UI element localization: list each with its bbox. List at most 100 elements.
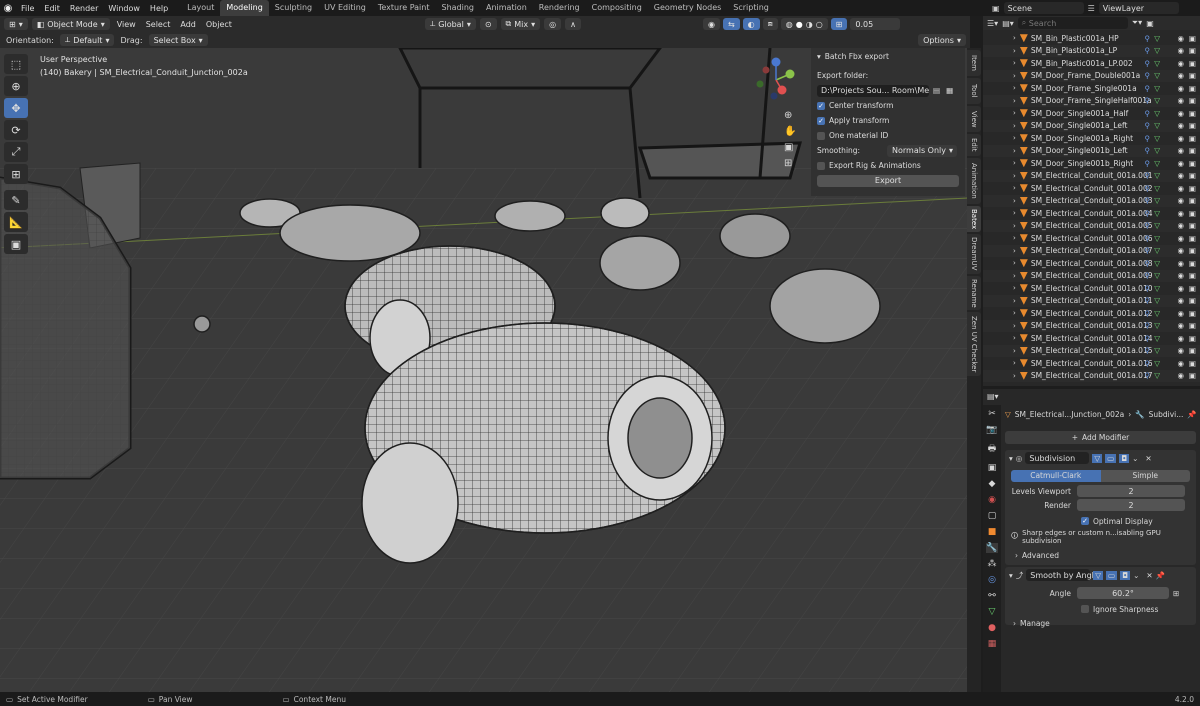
outliner-row[interactable]: › SM_Electrical_Conduit_001a.003 ⚲ ▽ ◉ ▣ [983,194,1200,207]
smoothing-dropdown[interactable]: Normals Only ▾ [887,144,957,157]
hand-pan-icon[interactable]: ✋ [784,126,796,137]
shading-modes[interactable]: ◍ ● ◑ ○ [780,18,828,30]
overlay-toggle[interactable]: ◐ [742,18,760,30]
tab-layout[interactable]: Layout [181,0,220,16]
tab-geometry-nodes[interactable]: Geometry Nodes [648,0,727,16]
visibility-dropdown[interactable]: ◉ [702,18,720,30]
transform-orientation-dropdown[interactable]: ⟂ Global ▾ [424,18,476,30]
outliner-row[interactable]: › SM_Electrical_Conduit_001a.005 ⚲ ▽ ◉ ▣ [983,219,1200,232]
expand-chevron-icon[interactable]: › [1013,122,1016,130]
expand-chevron-icon[interactable]: › [1013,247,1016,255]
render-camera-icon[interactable]: ▣ [1189,146,1196,155]
move-tool[interactable]: ✥ [4,98,28,118]
menu-view[interactable]: View [114,20,139,29]
expand-chevron-icon[interactable]: › [1013,59,1016,67]
data-tab-icon[interactable]: ▽ [989,607,996,617]
optimal-display-checkbox[interactable]: ✓ Optimal Display [1005,515,1196,527]
object-tab-icon[interactable]: ■ [988,527,997,537]
outliner-editor-icon[interactable]: ☰▾ [987,19,998,28]
visibility-eye-icon[interactable]: ◉ [1177,221,1184,230]
render-camera-icon[interactable]: ▣ [1189,34,1196,43]
view-layer-tab-icon[interactable]: ▣ [988,463,997,473]
visibility-eye-icon[interactable]: ◉ [1177,321,1184,330]
navigation-gizmo[interactable] [752,56,800,104]
constraints-tab-icon[interactable]: ⚯ [988,591,996,601]
expand-chevron-icon[interactable]: › [1013,72,1016,80]
simple-button[interactable]: Simple [1100,470,1190,482]
camera-icon[interactable]: ▣ [784,142,796,153]
visibility-eye-icon[interactable]: ◉ [1177,196,1184,205]
outliner-row[interactable]: › SM_Door_Single001a_Half ⚲ ▽ ◉ ▣ [983,107,1200,120]
mode-dropdown[interactable]: ◧ Object Mode ▾ [31,18,110,30]
menu-select[interactable]: Select [143,20,174,29]
scene-tab-icon[interactable]: ◆ [989,479,996,489]
visibility-eye-icon[interactable]: ◉ [1177,146,1184,155]
dropdown-chevron-icon[interactable]: ⌄ [1133,571,1139,580]
render-camera-icon[interactable]: ▣ [1189,284,1196,293]
expand-chevron-icon[interactable]: › [1013,197,1016,205]
expand-chevron-icon[interactable]: › [1013,309,1016,317]
render-camera-icon[interactable]: ▣ [1189,159,1196,168]
render-camera-icon[interactable]: ▣ [1189,309,1196,318]
ignore-sharpness-checkbox[interactable]: Ignore Sharpness [1005,603,1196,615]
outliner-row[interactable]: › SM_Electrical_Conduit_001a.011 ⚲ ▽ ◉ ▣ [983,294,1200,307]
visibility-eye-icon[interactable]: ◉ [1177,171,1184,180]
outliner-row[interactable]: › SM_Electrical_Conduit_001a.010 ⚲ ▽ ◉ ▣ [983,282,1200,295]
expand-chevron-icon[interactable]: › [1013,47,1016,55]
expand-chevron-icon[interactable]: › [1013,159,1016,167]
outliner-row[interactable]: › SM_Electrical_Conduit_001a.007 ⚲ ▽ ◉ ▣ [983,244,1200,257]
dropdown-chevron-icon[interactable]: ⌄ [1132,454,1138,463]
display-mode-icon[interactable]: ▤▾ [1002,19,1014,28]
scale-tool[interactable]: ⤢ [4,142,28,162]
visibility-eye-icon[interactable]: ◉ [1177,96,1184,105]
editor-type-dropdown[interactable]: ⊞ ▾ [4,18,28,30]
render-camera-icon[interactable]: ▣ [1189,321,1196,330]
expand-chevron-icon[interactable]: › [1013,372,1016,380]
expand-chevron-icon[interactable]: › [1013,147,1016,155]
visibility-eye-icon[interactable]: ◉ [1177,346,1184,355]
node-socket-icon[interactable]: ⊞ [1173,589,1179,598]
new-collection-icon[interactable]: ▣ [1146,19,1154,28]
visibility-eye-icon[interactable]: ◉ [1177,296,1184,305]
outliner-row[interactable]: › SM_Electrical_Conduit_001a.008 ⚲ ▽ ◉ ▣ [983,257,1200,270]
menu-edit[interactable]: Edit [39,4,65,13]
proportional-toggle[interactable]: ◎ [544,18,562,30]
zoom-icon[interactable]: ⊕ [784,110,796,121]
apply-transform-checkbox[interactable]: ✓ Apply transform [811,113,965,128]
particles-tab-icon[interactable]: ⁂ [988,559,997,569]
render-camera-icon[interactable]: ▣ [1189,234,1196,243]
render-levels-field[interactable]: 2 [1077,499,1185,511]
visibility-eye-icon[interactable]: ◉ [1177,271,1184,280]
falloff-dropdown[interactable]: ∧ [565,18,581,30]
visibility-eye-icon[interactable]: ◉ [1177,359,1184,368]
render-toggle-icon[interactable]: ◘ [1119,453,1130,463]
add-modifier-button[interactable]: + Add Modifier [1005,431,1196,444]
tab-view[interactable]: View [967,106,981,132]
expand-chevron-icon[interactable]: › [1013,184,1016,192]
outliner-row[interactable]: › SM_Door_Single001a_Right ⚲ ▽ ◉ ▣ [983,132,1200,145]
outliner-row[interactable]: › SM_Door_Frame_SingleHalf001a ⚲ ▽ ◉ ▣ [983,94,1200,107]
render-tab-icon[interactable]: 📷 [986,425,997,435]
render-camera-icon[interactable]: ▣ [1189,334,1196,343]
xray-toggle[interactable]: ⧈ [762,18,778,30]
cursor-tool[interactable]: ⊕ [4,76,28,96]
visibility-eye-icon[interactable]: ◉ [1177,246,1184,255]
visibility-eye-icon[interactable]: ◉ [1177,234,1184,243]
outliner-row[interactable]: › SM_Door_Single001b_Right ⚲ ▽ ◉ ▣ [983,157,1200,170]
render-camera-icon[interactable]: ▣ [1189,46,1196,55]
tab-edit[interactable]: Edit [967,134,981,156]
visibility-eye-icon[interactable]: ◉ [1177,209,1184,218]
viewlayer-field[interactable]: ViewLayer [1098,2,1179,14]
expand-chevron-icon[interactable]: › [1013,259,1016,267]
render-camera-icon[interactable]: ▣ [1189,296,1196,305]
outliner-row[interactable]: › SM_Electrical_Conduit_001a.009 ⚲ ▽ ◉ ▣ [983,269,1200,282]
advanced-subpanel[interactable]: › Advanced [1005,549,1196,561]
levels-viewport-field[interactable]: 2 [1077,485,1185,497]
export-folder-field[interactable]: D:\Projects Sou... Room\Meshes\ [817,84,929,97]
render-camera-icon[interactable]: ▣ [1189,171,1196,180]
expand-chevron-icon[interactable]: › [1013,284,1016,292]
tab-texture-paint[interactable]: Texture Paint [372,0,436,16]
outliner-row[interactable]: › SM_Electrical_Conduit_001a.006 ⚲ ▽ ◉ ▣ [983,232,1200,245]
outliner-row[interactable]: › SM_Electrical_Conduit_001a.016 ⚲ ▽ ◉ ▣ [983,357,1200,370]
visibility-eye-icon[interactable]: ◉ [1177,371,1184,380]
